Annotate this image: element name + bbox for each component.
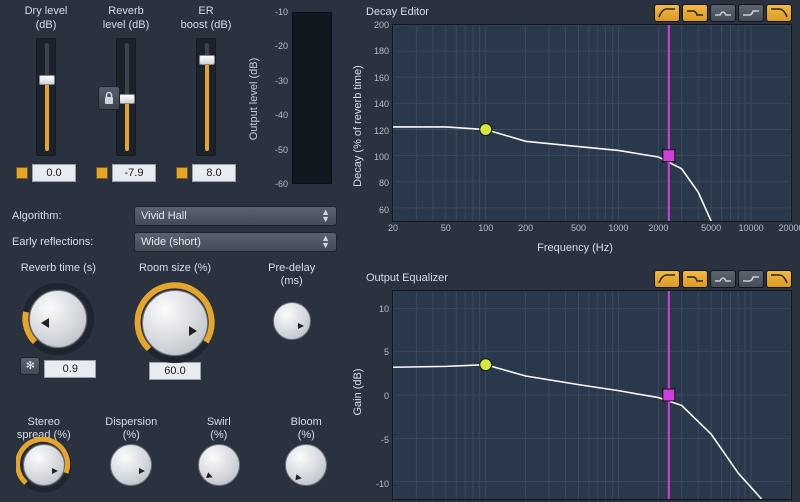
eq-band-lowcut[interactable]: [654, 270, 680, 288]
eq-plot[interactable]: 1050-5-10: [392, 290, 792, 500]
decay-editor-title: Decay Editor: [366, 6, 429, 18]
reverb-time-value[interactable]: 0.9: [44, 360, 96, 378]
output-eq-title: Output Equalizer: [366, 272, 448, 284]
dispersion-label: Dispersion(%): [105, 416, 157, 444]
chevron-updown-icon: ▲▼: [321, 235, 330, 249]
decay-band-highcut[interactable]: [766, 4, 792, 22]
eq-band-bell[interactable]: [710, 270, 736, 288]
er-boost-label: ERboost (dB): [181, 4, 232, 32]
reverb-time-knob[interactable]: [29, 290, 87, 348]
decay-ylabel: Decay (% of reverb time): [352, 65, 364, 187]
lock-icon: [103, 91, 115, 105]
reverb-enable-toggle[interactable]: [96, 167, 108, 179]
level-sliders: Dry level(dB) 0.0 Reverblevel (dB) -7.9: [6, 4, 246, 194]
pre-delay-label: Pre-delay(ms): [268, 262, 315, 290]
decay-plot[interactable]: 2001801601401201008060 20501002005001000…: [392, 24, 792, 222]
er-boost-slider[interactable]: [196, 38, 216, 156]
link-lock-button[interactable]: [98, 86, 120, 110]
early-reflections-value: Wide (short): [141, 236, 201, 248]
dispersion-knob[interactable]: [110, 444, 152, 486]
early-reflections-label: Early reflections:: [12, 236, 134, 248]
dry-level-value[interactable]: 0.0: [32, 164, 76, 182]
dry-level-label: Dry level(dB): [25, 4, 68, 32]
stereo-spread-knob[interactable]: [23, 444, 65, 486]
decay-band-lowcut[interactable]: [654, 4, 680, 22]
eq-band-highcut[interactable]: [766, 270, 792, 288]
pre-delay-knob[interactable]: [273, 302, 311, 340]
dry-enable-toggle[interactable]: [16, 167, 28, 179]
output-meter: Output level (dB) -10-20-30-40-50-60: [252, 6, 338, 192]
eq-band-buttons: [654, 270, 792, 288]
eq-ylabel: Gain (dB): [352, 368, 364, 415]
decay-xlabel: Frequency (Hz): [537, 242, 613, 254]
early-reflections-row: Early reflections: Wide (short) ▲▼: [12, 232, 337, 252]
er-enable-toggle[interactable]: [176, 167, 188, 179]
algorithm-value: Vivid Hall: [141, 210, 187, 222]
reverb-level-label: Reverblevel (dB): [103, 4, 149, 32]
room-size-value[interactable]: 60.0: [149, 362, 201, 380]
reverb-level-value[interactable]: -7.9: [112, 164, 156, 182]
output-meter-label: Output level (dB): [248, 58, 260, 141]
reverb-time-freeze-button[interactable]: ✻: [20, 357, 40, 375]
swirl-knob[interactable]: [198, 444, 240, 486]
dry-level-slider[interactable]: [36, 38, 56, 156]
output-equalizer: Output Equalizer Gain (dB) 1050-5-10: [350, 272, 800, 500]
bloom-label: Bloom(%): [291, 416, 322, 444]
decay-editor: Decay Editor Decay (% of reverb time) 20…: [350, 6, 800, 256]
er-boost-value[interactable]: 8.0: [192, 164, 236, 182]
decay-band-highshelf[interactable]: [738, 4, 764, 22]
chevron-updown-icon: ▲▼: [321, 209, 330, 223]
eq-band-highshelf[interactable]: [738, 270, 764, 288]
algorithm-label: Algorithm:: [12, 210, 134, 222]
swirl-label: Swirl(%): [207, 416, 231, 444]
eq-band-lowshelf[interactable]: [682, 270, 708, 288]
room-size-knob[interactable]: [142, 290, 208, 356]
bloom-knob[interactable]: [285, 444, 327, 486]
algorithm-select[interactable]: Vivid Hall ▲▼: [134, 206, 337, 226]
early-reflections-select[interactable]: Wide (short) ▲▼: [134, 232, 337, 252]
algorithm-row: Algorithm: Vivid Hall ▲▼: [12, 206, 337, 226]
decay-band-lowshelf[interactable]: [682, 4, 708, 22]
decay-band-bell[interactable]: [710, 4, 736, 22]
decay-band-buttons: [654, 4, 792, 22]
output-meter-bars: [292, 12, 332, 184]
